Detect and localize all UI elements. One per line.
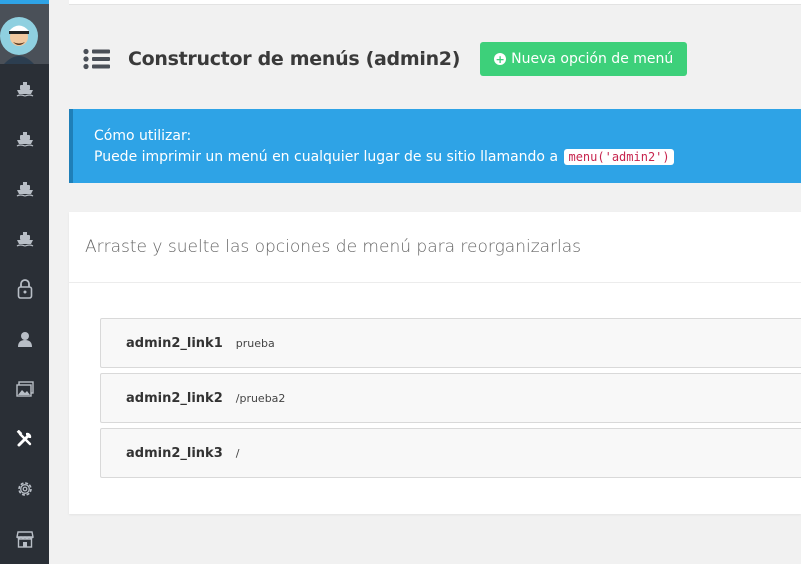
gear-icon [16,480,34,498]
ship-icon [16,181,34,197]
main-content: Constructor de menús (admin2) + Nueva op… [49,0,801,564]
new-menu-item-button[interactable]: + Nueva opción de menú [480,42,688,76]
sidebar-item-1[interactable] [0,64,49,114]
page-header: Constructor de menús (admin2) + Nueva op… [83,42,688,76]
menu-item-url: / [235,446,240,460]
plus-circle-icon: + [494,52,507,66]
sidebar-item-8[interactable] [0,414,49,464]
menu-item-row[interactable]: admin2_link3 / [100,428,801,478]
menu-item-url: /prueba2 [235,391,286,405]
alert-heading: Cómo utilizar: [94,128,192,144]
ship-icon [16,231,34,247]
store-icon [15,530,34,548]
info-alert: Cómo utilizar: Puede imprimir un menú en… [69,109,801,183]
menu-builder-card: Arraste y suelte las opciones de menú pa… [69,212,801,514]
sidebar-item-3[interactable] [0,164,49,214]
sidebar-item-9[interactable] [0,464,49,514]
card-heading: Arraste y suelte las opciones de menú pa… [69,212,801,283]
ship-icon [16,81,34,97]
menu-item-row[interactable]: admin2_link1 prueba [100,318,801,368]
avatar[interactable] [0,4,49,64]
ship-icon [16,131,34,147]
menu-item-name: admin2_link2 [126,390,223,406]
sidebar-item-6[interactable] [0,314,49,364]
sidebar-item-4[interactable] [0,214,49,264]
menu-items-list: admin2_link1 prueba admin2_link2 /prueba… [100,318,801,483]
lock-icon [17,279,33,299]
user-icon [17,331,33,347]
alert-code: menu('admin2') [564,149,674,165]
sidebar [0,0,49,564]
sidebar-item-2[interactable] [0,114,49,164]
alert-body: Puede imprimir un menú en cualquier luga… [94,147,801,168]
images-icon [15,381,34,397]
menu-item-name: admin2_link1 [126,335,223,351]
sidebar-item-10[interactable] [0,514,49,564]
sidebar-item-5[interactable] [0,264,49,314]
sidebar-item-7[interactable] [0,364,49,414]
list-icon [83,48,110,70]
tools-icon [16,430,34,448]
alert-text: Puede imprimir un menú en cualquier luga… [94,149,559,165]
menu-item-name: admin2_link3 [126,445,223,461]
new-menu-item-label: Nueva opción de menú [511,51,674,67]
page-title: Constructor de menús (admin2) [128,48,461,70]
menu-item-url: prueba [235,336,275,350]
top-panel-edge [69,0,801,5]
menu-item-row[interactable]: admin2_link2 /prueba2 [100,373,801,423]
